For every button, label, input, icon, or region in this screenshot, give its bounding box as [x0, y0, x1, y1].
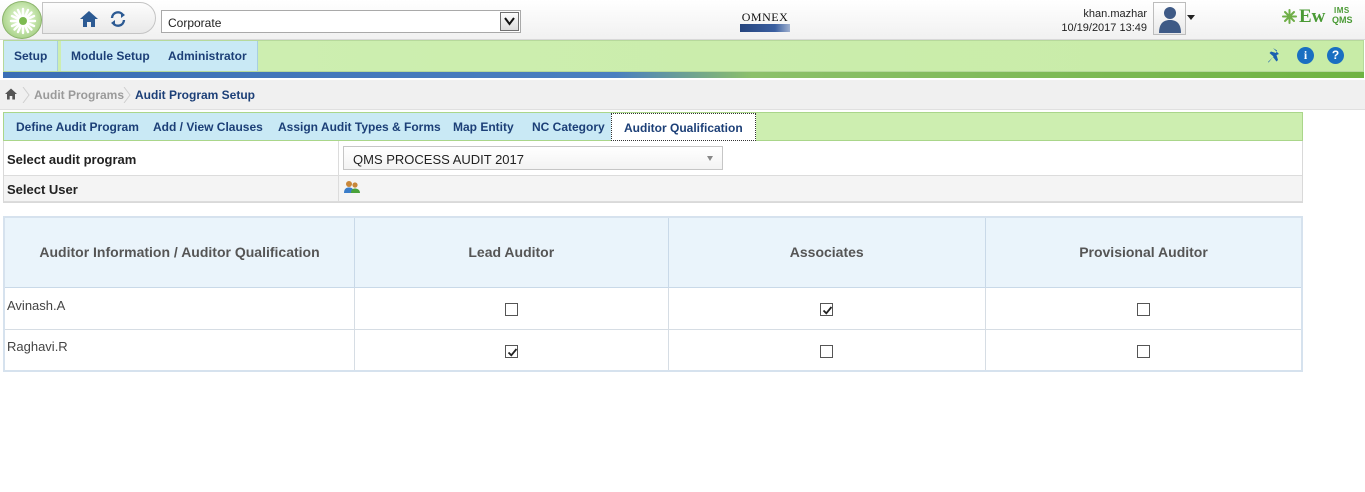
- audit-program-select-value: QMS PROCESS AUDIT 2017: [353, 152, 524, 167]
- column-header-associates: Associates: [667, 216, 986, 288]
- provisional-auditor-cell: [984, 286, 1303, 330]
- breadcrumb: Audit Programs Audit Program Setup: [0, 80, 1365, 110]
- associates-cell: [667, 328, 986, 372]
- lead-auditor-checkbox[interactable]: [504, 344, 518, 358]
- brand-flower-icon: [1282, 9, 1297, 24]
- selection-form: Select audit program QMS PROCESS AUDIT 2…: [3, 141, 1303, 203]
- provisional-auditor-cell: [984, 328, 1303, 372]
- form-divider: [338, 141, 339, 175]
- menu-item-setup[interactable]: Setup: [4, 41, 59, 71]
- user-label: Select User: [7, 182, 78, 197]
- lead-auditor-checkbox[interactable]: [504, 303, 518, 317]
- program-label: Select audit program: [7, 152, 137, 167]
- auditor-qualification-table: Auditor Information / Auditor Qualificat…: [3, 216, 1303, 372]
- user-menu-caret-icon[interactable]: [1187, 15, 1195, 20]
- associates-checkbox[interactable]: [820, 344, 834, 358]
- refresh-icon[interactable]: [108, 9, 128, 29]
- info-icon[interactable]: i: [1297, 47, 1314, 64]
- tab-define-audit-program[interactable]: Define Audit Program: [4, 113, 152, 140]
- audit-program-select[interactable]: QMS PROCESS AUDIT 2017: [343, 146, 723, 170]
- tab-auditor-qualification[interactable]: Auditor Qualification: [611, 113, 756, 141]
- pin-icon[interactable]: [1265, 46, 1285, 66]
- breadcrumb-audit-program-setup: Audit Program Setup: [135, 88, 256, 102]
- provisional-auditor-checkbox[interactable]: [1136, 344, 1150, 358]
- menu-bar-background: [254, 41, 1363, 71]
- main-menu-bar: Setup Module Setup Administrator: [3, 40, 1364, 72]
- brand-logo: Ew IMS QMS: [1282, 6, 1360, 28]
- tab-nc-category[interactable]: NC Category: [520, 113, 618, 140]
- top-header: Corporate OMNEX khan.mazhar 10/19/2017 1…: [0, 0, 1365, 40]
- user-avatar-icon[interactable]: [1153, 2, 1186, 35]
- menu-underline: [3, 72, 1364, 78]
- dropdown-arrow-icon[interactable]: [707, 156, 713, 161]
- user-row: Select User: [4, 176, 1302, 202]
- auditor-name-cell: Avinash.A: [3, 286, 356, 330]
- home-icon[interactable]: [78, 8, 100, 30]
- brand-name: Ew: [1299, 6, 1326, 27]
- chevron-down-icon[interactable]: [500, 12, 519, 31]
- login-datetime: 10/19/2017 13:49: [1061, 22, 1147, 34]
- breadcrumb-audit-programs[interactable]: Audit Programs: [34, 88, 124, 102]
- auditor-name-cell: Raghavi.R: [3, 328, 356, 372]
- breadcrumb-separator-icon: [22, 87, 30, 103]
- organization-select[interactable]: Corporate: [161, 10, 521, 33]
- tab-map-entity[interactable]: Map Entity: [441, 113, 527, 140]
- provisional-auditor-checkbox[interactable]: [1136, 303, 1150, 317]
- omnex-logo: OMNEX: [739, 10, 791, 34]
- lead-auditor-cell: [354, 328, 669, 372]
- checkmark-icon: [507, 348, 517, 357]
- table-row: Raghavi.R: [3, 328, 1303, 372]
- menu-item-administrator[interactable]: Administrator: [158, 41, 258, 71]
- organization-select-value: Corporate: [168, 16, 222, 30]
- associates-checkbox[interactable]: [820, 303, 834, 317]
- lead-auditor-cell: [354, 286, 669, 330]
- tab-assign-audit-types-forms[interactable]: Assign Audit Types & Forms: [266, 113, 454, 140]
- associates-cell: [667, 286, 986, 330]
- table-row: Avinash.A: [3, 286, 1303, 330]
- omnex-logo-bar: [740, 24, 790, 32]
- app-logo-icon[interactable]: [2, 1, 42, 39]
- column-header-lead-auditor: Lead Auditor: [354, 216, 669, 288]
- checkmark-icon: [823, 306, 833, 315]
- select-users-icon[interactable]: [344, 180, 360, 194]
- setup-tabs: Define Audit Program Add / View Clauses …: [3, 112, 1303, 141]
- breadcrumb-home-icon[interactable]: [4, 87, 18, 101]
- omnex-logo-text: OMNEX: [741, 10, 789, 24]
- column-header-provisional-auditor: Provisional Auditor: [984, 216, 1303, 288]
- form-divider: [338, 176, 339, 201]
- program-row: Select audit program QMS PROCESS AUDIT 2…: [4, 141, 1302, 176]
- help-icon[interactable]: ?: [1327, 47, 1344, 64]
- column-header-auditor-info: Auditor Information / Auditor Qualificat…: [3, 216, 356, 288]
- table-header-row: Auditor Information / Auditor Qualificat…: [3, 216, 1303, 288]
- tab-add-view-clauses[interactable]: Add / View Clauses: [141, 113, 276, 140]
- brand-suffix-ims: IMS: [1334, 6, 1350, 15]
- menu-item-module-setup[interactable]: Module Setup: [61, 41, 161, 71]
- breadcrumb-separator-icon: [123, 87, 131, 103]
- brand-suffix-qms: QMS: [1332, 15, 1353, 25]
- user-name: khan.mazhar: [1083, 8, 1147, 20]
